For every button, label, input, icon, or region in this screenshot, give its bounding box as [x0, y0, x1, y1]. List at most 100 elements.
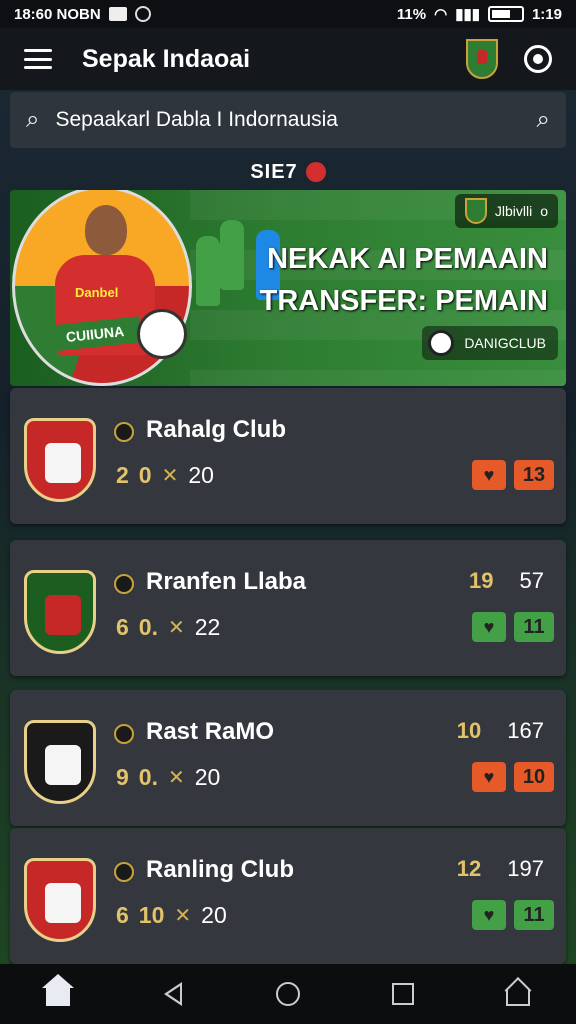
nav-back-button[interactable] [149, 970, 197, 1018]
club-crest-icon [24, 418, 96, 502]
favorite-heart-button[interactable]: ♥ [472, 900, 506, 930]
stat-value: 0. [138, 614, 158, 640]
stat-value: 0. [138, 764, 158, 790]
count-badge-button[interactable]: 11 [514, 900, 554, 930]
club-rank-icon [114, 574, 134, 594]
club-card[interactable]: Rast RaMO 9 0. ✕ 20 10 167 ♥ 10 [10, 690, 566, 826]
hamburger-menu-icon[interactable] [24, 49, 52, 69]
club-rank-icon [114, 862, 134, 882]
banner-top-pill[interactable]: Jlbivlli o [454, 194, 558, 228]
club-rank-icon [114, 724, 134, 744]
bottom-nav-bar [0, 964, 576, 1024]
club-crest-icon [24, 720, 96, 804]
status-time: 18:60 NOBN [14, 5, 101, 23]
status-bar: 18:60 NOBN 11% ◠ ▮▮▮ 1:19 [0, 0, 576, 28]
stat-value: 20 [194, 764, 221, 790]
signal-icon: ▮▮▮ [455, 6, 480, 23]
battery-percent: 11% [396, 5, 427, 23]
club-stats: 9 0. ✕ 20 [116, 764, 220, 791]
stat-value: 10 [138, 902, 165, 928]
nav-recents-button[interactable] [379, 970, 427, 1018]
player-portrait: Danbel CUIIUNA [12, 190, 192, 386]
house-outline-icon [506, 990, 531, 1006]
stat-value: 20 [201, 902, 227, 928]
banner-club-pill[interactable]: DANIGCLUB [422, 326, 558, 360]
crest-emblem [45, 595, 81, 635]
pill-crest-icon [464, 198, 487, 224]
crossed-swords-icon: ✕ [167, 767, 185, 789]
nav-home-button[interactable] [34, 970, 82, 1018]
transfer-banner[interactable]: Danbel CUIIUNA Jlbivlli o NEKAK AI PEMAA… [10, 190, 566, 386]
background-player [196, 236, 220, 306]
top-stat-right: 197 [507, 856, 544, 881]
club-card[interactable]: Rranfen Llaba 6 0. ✕ 22 19 57 ♥ 11 [10, 540, 566, 676]
top-stat-left: 19 [469, 568, 494, 593]
pill-text: Jlbivlli [494, 203, 533, 219]
club-card[interactable]: Rahalg Club 2 0 ✕ 20 ♥ 13 [10, 388, 566, 524]
nav-house-button[interactable] [494, 970, 542, 1018]
club-card[interactable]: Ranling Club 6 10 ✕ 20 12 197 ♥ 11 [10, 828, 566, 964]
favorite-heart-button[interactable]: ♥ [472, 460, 506, 490]
stat-value: 9 [116, 764, 129, 790]
club-actions: ♥ 10 [472, 762, 554, 792]
recents-square-icon [392, 983, 415, 1005]
club-rank-icon [114, 422, 134, 442]
search-submit-icon[interactable]: ⌕ [537, 106, 550, 134]
player-head [85, 205, 127, 255]
club-name[interactable]: Rranfen Llaba [146, 568, 306, 596]
crest-emblem [45, 443, 81, 483]
home-icon [41, 974, 74, 1006]
back-icon [163, 982, 182, 1006]
pill-symbol: o [540, 203, 548, 219]
stat-value: 6 [116, 614, 129, 640]
app-bar: Sepak Indaoai [0, 28, 576, 90]
club-stats: 2 0 ✕ 20 [116, 462, 214, 489]
app-title: Sepak Indaoai [82, 44, 251, 73]
top-stat-left: 10 [456, 718, 482, 743]
circle-home-icon [275, 982, 300, 1006]
banner-title-line1: NEKAK AI PEMAAIN [267, 243, 548, 275]
count-badge-button[interactable]: 10 [514, 762, 554, 792]
crossed-swords-icon: ✕ [167, 617, 185, 639]
battery-icon [487, 6, 524, 22]
search-input[interactable] [53, 107, 537, 133]
status-clock: 1:19 [531, 5, 562, 23]
background-player [220, 220, 244, 290]
club-crest-icon [24, 858, 96, 942]
club-name[interactable]: Rahalg Club [146, 416, 286, 444]
player-shirt-text: Danbel [75, 285, 119, 300]
gmail-icon [108, 7, 127, 21]
club-top-stats: 19 57 [469, 568, 544, 594]
crest-emblem [45, 745, 81, 785]
search-bar[interactable]: ⌕ ⌕ [10, 92, 566, 148]
club-crest-icon [24, 570, 96, 654]
section-badge: SIE7 [0, 158, 576, 186]
top-stat-left: 12 [456, 856, 482, 881]
notification-circle-icon [134, 6, 151, 22]
stat-value: 6 [116, 902, 129, 928]
crossed-swords-icon: ✕ [174, 905, 192, 927]
club-crest-icon[interactable] [466, 39, 498, 79]
stat-value: 22 [194, 614, 221, 640]
stat-value: 2 [116, 462, 129, 488]
club-top-stats: 12 197 [457, 856, 544, 882]
banner-title-line2: TRANSFER: PEMAIN [259, 285, 548, 317]
stat-value: 20 [188, 462, 214, 488]
top-stat-right: 167 [507, 718, 544, 743]
club-top-stats: 10 167 [457, 718, 544, 744]
favorite-heart-button[interactable]: ♥ [472, 762, 506, 792]
wifi-icon: ◠ [434, 6, 448, 23]
count-badge-button[interactable]: 13 [514, 460, 554, 490]
settings-gear-icon[interactable] [524, 45, 552, 73]
club-name[interactable]: Ranling Club [146, 856, 294, 884]
top-stat-right: 57 [519, 568, 544, 593]
club-name[interactable]: Rast RaMO [146, 718, 274, 746]
favorite-heart-button[interactable]: ♥ [472, 612, 506, 642]
search-icon: ⌕ [26, 106, 40, 133]
club-actions: ♥ 11 [472, 612, 554, 642]
count-badge-button[interactable]: 11 [514, 612, 554, 642]
soccer-ball-icon [428, 330, 455, 356]
club-stats: 6 0. ✕ 22 [116, 614, 220, 641]
club-actions: ♥ 11 [472, 900, 554, 930]
nav-circle-home-button[interactable] [264, 970, 312, 1018]
